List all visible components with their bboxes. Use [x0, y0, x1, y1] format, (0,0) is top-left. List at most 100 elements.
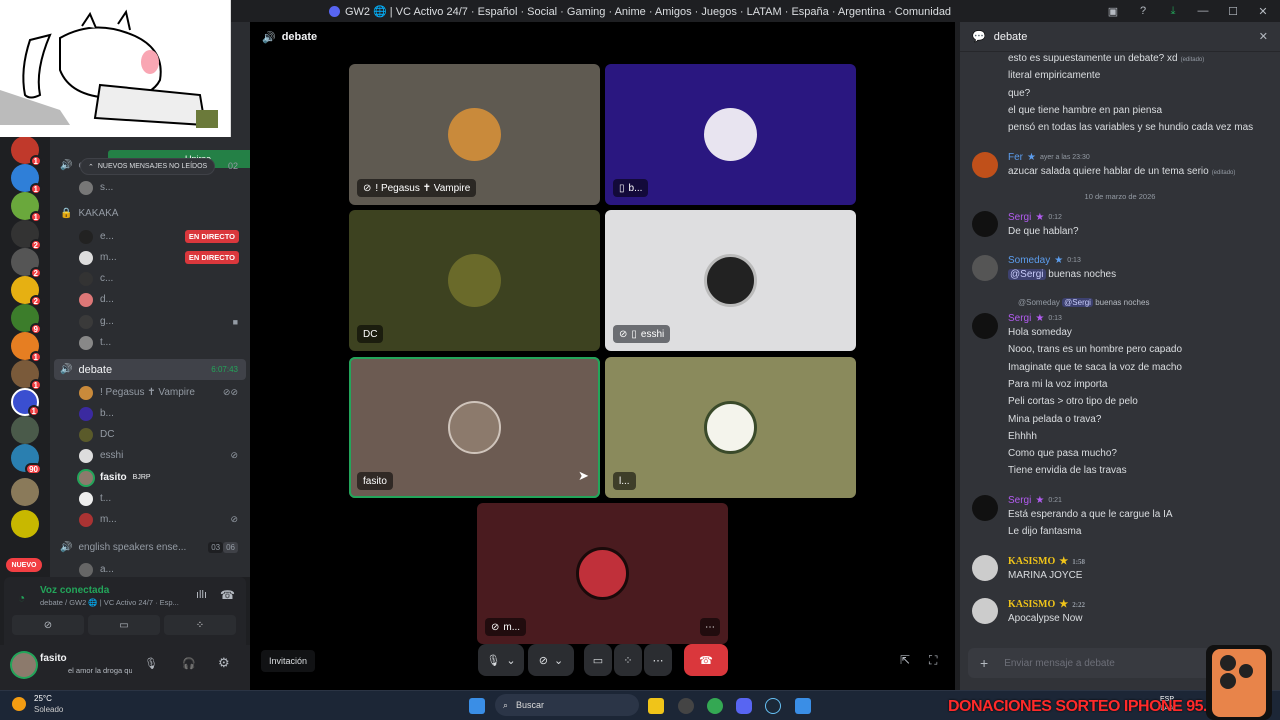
new-messages-pill[interactable]: ⌃ NUEVOS MENSAJES NO LEÍDOS	[80, 158, 216, 175]
stage-user-row[interactable]: m... EN DIRECTO	[50, 247, 250, 268]
video-tile[interactable]: ⊘ ▯ esshi	[605, 210, 856, 351]
message-input[interactable]: + Enviar mensaje a debate	[968, 648, 1213, 678]
server-icon[interactable]: 1	[11, 360, 42, 391]
video-tile-speaking[interactable]: fasito ➤	[349, 357, 600, 498]
avatar[interactable]	[972, 495, 998, 521]
server-icon[interactable]: 1	[11, 164, 42, 195]
voice-member-row[interactable]: DC	[50, 424, 250, 445]
avatar[interactable]	[972, 211, 998, 237]
voice-user-row[interactable]: s...	[50, 177, 250, 198]
message-author[interactable]: Sergi ★ 0:21	[1008, 495, 1062, 506]
server-icon[interactable]: 1	[11, 136, 42, 167]
weather-temp[interactable]: 25°C	[34, 694, 52, 703]
avatar[interactable]	[972, 555, 998, 581]
close-icon[interactable]: ✕	[1259, 30, 1268, 43]
avatar[interactable]	[972, 313, 998, 339]
more-options-button[interactable]: ⋯	[700, 618, 720, 636]
voice-member-row[interactable]: a...	[50, 559, 250, 577]
stage-user-row[interactable]: c...	[50, 268, 250, 289]
message-author[interactable]: KASISMO ★ 1:58	[1008, 556, 1085, 567]
app-icon[interactable]	[678, 698, 694, 714]
microphone-icon[interactable]: 🎙	[144, 657, 158, 670]
server-icon[interactable]	[11, 416, 39, 444]
badge-icon: ★	[1035, 495, 1045, 506]
voice-location[interactable]: debate / GW2 🌐 | VC Activo 24/7 · Esp...	[40, 598, 188, 607]
video-tile[interactable]: ⊘ m... ⋯	[477, 503, 728, 644]
participant-label: fasito	[357, 472, 393, 490]
video-tile[interactable]: DC	[349, 210, 600, 351]
help-icon[interactable]: ?	[1130, 0, 1156, 22]
taskbar-search[interactable]: ⌕ Buscar	[495, 694, 639, 716]
soundboard-icon[interactable]: ıllı	[196, 589, 207, 601]
stage-user-row[interactable]: t...	[50, 332, 250, 353]
avatar[interactable]	[972, 152, 998, 178]
reply-reference[interactable]: @Someday @Sergi buenas noches	[1018, 298, 1149, 307]
windows-start-icon[interactable]	[469, 698, 485, 714]
screen-share-button[interactable]: ▭	[88, 615, 160, 635]
microphone-button[interactable]: 🎙 ⌄	[478, 644, 524, 676]
voice-status[interactable]: Voz conectada	[40, 585, 109, 596]
discord-icon[interactable]	[736, 698, 752, 714]
stage-user-row[interactable]: d...	[50, 289, 250, 310]
server-icon[interactable]: 2	[11, 248, 42, 279]
new-badge[interactable]: NUEVO	[6, 558, 42, 572]
inbox-icon[interactable]: ▣	[1100, 0, 1126, 22]
message-author[interactable]: Sergi ★ 0:13	[1008, 313, 1062, 324]
activities-button[interactable]: ⁘	[164, 615, 236, 635]
server-icon[interactable]	[11, 478, 39, 506]
disconnect-button[interactable]: ☎	[684, 644, 728, 676]
voice-header: 🔊 debate	[250, 22, 955, 52]
maximize-button[interactable]: ☐	[1220, 0, 1246, 22]
more-button[interactable]: ⋯	[644, 644, 672, 676]
headphones-icon[interactable]: 🎧	[182, 657, 196, 670]
disconnect-icon[interactable]: ☎	[220, 588, 235, 602]
avatar[interactable]	[972, 598, 998, 624]
weather-icon[interactable]	[12, 697, 26, 711]
user-avatar[interactable]	[12, 653, 36, 677]
chrome-icon[interactable]	[707, 698, 723, 714]
message-author[interactable]: Fer ★ ayer a las 23:30	[1008, 152, 1090, 163]
more-icon: ⋯	[652, 654, 664, 667]
file-explorer-icon[interactable]	[648, 698, 664, 714]
category-kakaka[interactable]: 🔒 KAKAKÁ	[50, 203, 250, 224]
screen-share-button[interactable]: ▭	[584, 644, 612, 676]
message-author[interactable]: Someday ★ 0:13	[1008, 255, 1081, 266]
server-icon[interactable]: 9	[11, 304, 42, 335]
voice-member-row[interactable]: fasito BJRP	[50, 467, 250, 488]
username[interactable]: fasito	[40, 653, 67, 664]
stage-user-row[interactable]: e... EN DIRECTO	[50, 226, 250, 247]
app-icon[interactable]	[795, 698, 811, 714]
server-icon[interactable]: 90	[11, 444, 42, 475]
server-icon[interactable]: 2	[11, 276, 42, 307]
activities-button[interactable]: ⁘	[614, 644, 642, 676]
download-icon[interactable]: ⤓	[1160, 0, 1186, 22]
server-icon[interactable]: 1	[11, 332, 42, 363]
stage-user-row[interactable]: g... ■	[50, 311, 250, 332]
server-icon[interactable]: 1	[11, 192, 42, 223]
message-author[interactable]: KASISMO ★ 2:22	[1008, 599, 1085, 610]
voice-member-row[interactable]: ! Pegasus ✝ Vampire ⊘⊘	[50, 382, 250, 403]
voice-member-row[interactable]: t...	[50, 488, 250, 509]
server-icon[interactable]: 2	[11, 220, 42, 251]
voice-member-row[interactable]: m... ⊘	[50, 509, 250, 530]
minimize-button[interactable]: —	[1190, 0, 1216, 22]
camera-off-button[interactable]: ⊘	[12, 615, 84, 635]
message-author[interactable]: Sergi ★ 0:12	[1008, 212, 1062, 223]
voice-member-row[interactable]: esshi ⊘	[50, 445, 250, 466]
server-icon[interactable]: 1	[11, 388, 40, 417]
settings-gear-icon[interactable]: ⚙	[218, 655, 230, 671]
camera-button[interactable]: ⊘ ⌄	[528, 644, 574, 676]
voice-member-row[interactable]: b...	[50, 403, 250, 424]
video-tile[interactable]: ▯ b...	[605, 64, 856, 205]
video-tile[interactable]: ⊘! Pegasus ✝ Vampire	[349, 64, 600, 205]
close-button[interactable]: ✕	[1250, 0, 1276, 22]
fullscreen-icon[interactable]: ⛶	[929, 653, 937, 668]
voice-channel-english[interactable]: 🔊 english speakers ense... 03 06	[50, 537, 250, 558]
video-tile[interactable]: l...	[605, 357, 856, 498]
avatar[interactable]	[972, 255, 998, 281]
server-icon[interactable]	[11, 510, 39, 538]
pop-out-icon[interactable]: ⇱	[900, 653, 910, 667]
add-attachment-icon[interactable]: +	[980, 655, 988, 671]
steam-icon[interactable]	[765, 698, 781, 714]
channel-debate[interactable]: 🔊 debate 6:07:43	[54, 359, 246, 380]
